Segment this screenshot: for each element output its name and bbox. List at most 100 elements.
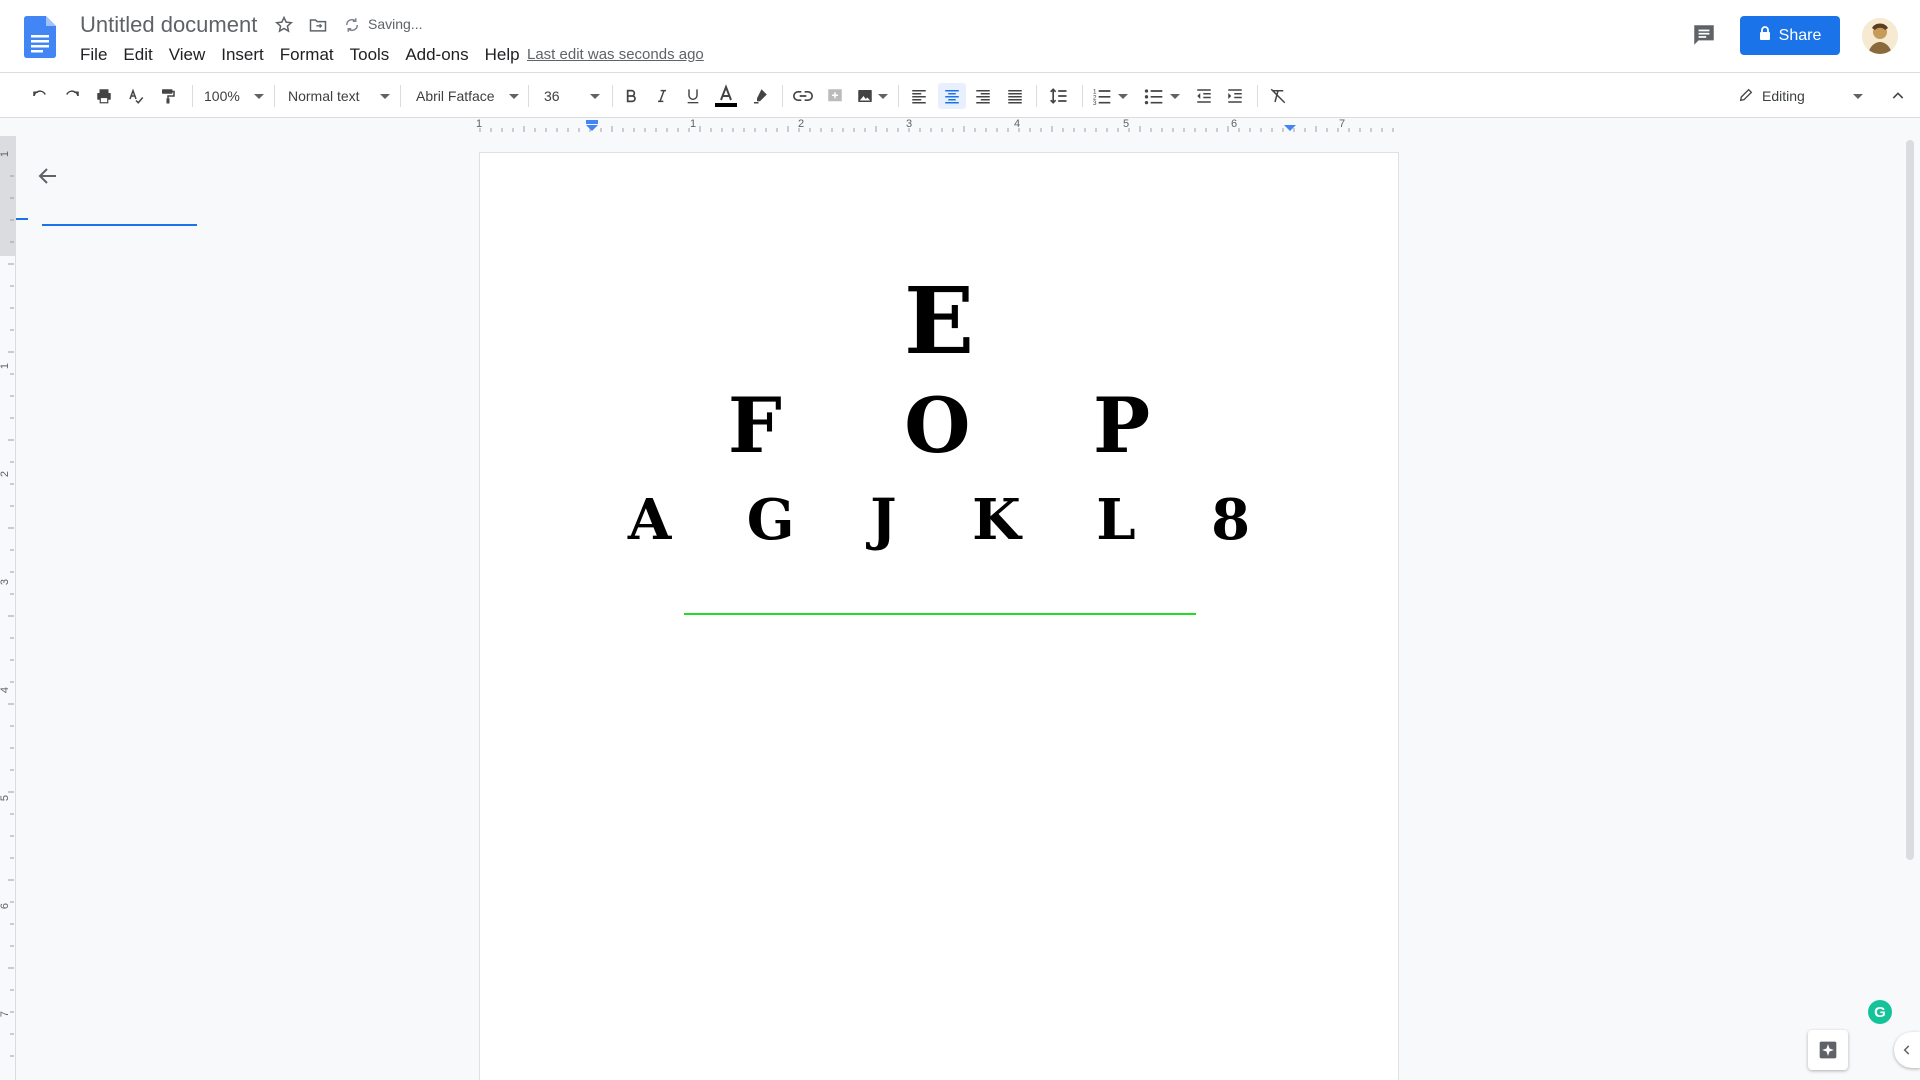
menu-tools[interactable]: Tools (342, 44, 398, 66)
align-right-icon[interactable] (971, 83, 995, 109)
toolbar-divider (1036, 85, 1037, 107)
increase-indent-icon[interactable] (1223, 83, 1247, 109)
insert-comment-icon[interactable] (823, 83, 847, 109)
align-left-icon[interactable] (907, 83, 931, 109)
explore-button[interactable] (1808, 1030, 1848, 1070)
undo-icon[interactable] (28, 83, 52, 109)
toolbar-divider (612, 85, 613, 107)
chevron-down-icon (253, 93, 264, 99)
menu-view[interactable]: View (161, 44, 214, 66)
menu-bar: File Edit View Insert Format Tools Add-o… (72, 44, 528, 66)
toolbar-divider (782, 85, 783, 107)
font-select[interactable]: Abril Fatface (416, 83, 522, 109)
menu-format[interactable]: Format (272, 44, 342, 66)
ruler-label: 3 (906, 118, 913, 130)
ruler-label: 7 (1339, 118, 1346, 130)
last-edit-link[interactable]: Last edit was seconds ago (527, 46, 704, 63)
bold-icon[interactable] (619, 83, 643, 109)
ruler-label: 1 (0, 362, 12, 370)
toolbar-divider (1082, 85, 1083, 107)
mode-select[interactable]: Editing (1738, 83, 1866, 109)
numbered-list-icon[interactable]: 123 (1090, 83, 1130, 109)
app-header: Untitled document Saving... File Edit Vi… (0, 0, 1920, 72)
document-title[interactable]: Untitled document (80, 12, 257, 38)
back-arrow-icon[interactable] (36, 164, 60, 188)
underline-icon[interactable] (681, 83, 705, 109)
ruler-label: 2 (798, 118, 805, 130)
document-line-1: E (903, 267, 975, 375)
vertical-scrollbar[interactable] (1906, 140, 1914, 860)
save-status: Saving... (368, 16, 423, 32)
insert-image-icon[interactable] (854, 83, 890, 109)
zoom-select[interactable]: 100% (204, 83, 264, 109)
horizontal-ruler[interactable]: 1 1 2 3 4 5 6 7 (470, 118, 1400, 134)
toolbar-divider (898, 85, 899, 107)
move-folder-icon[interactable] (306, 13, 330, 37)
text-color-icon[interactable] (713, 83, 739, 109)
chevron-down-icon (589, 93, 600, 99)
ruler-label: 5 (0, 794, 12, 802)
lock-icon (1759, 26, 1771, 45)
sync-icon (340, 13, 364, 37)
vertical-ruler[interactable]: 1 1 2 3 4 5 6 7 (0, 136, 16, 1080)
share-label: Share (1778, 26, 1822, 44)
ruler-label: 4 (0, 686, 12, 694)
menu-help[interactable]: Help (477, 44, 528, 66)
redo-icon[interactable] (60, 83, 84, 109)
chevron-down-icon (1170, 93, 1180, 99)
clear-formatting-icon[interactable] (1266, 83, 1290, 109)
ruler-label: 6 (0, 902, 12, 910)
chevron-down-icon (1852, 93, 1863, 99)
collapse-icon[interactable] (1886, 83, 1910, 109)
chevron-down-icon (379, 93, 390, 99)
toolbar-divider (274, 85, 275, 107)
avatar[interactable] (1862, 18, 1898, 54)
side-panel-toggle[interactable] (1894, 1032, 1920, 1068)
star-icon[interactable] (272, 13, 296, 37)
docs-logo-icon[interactable] (24, 16, 56, 58)
menu-addons[interactable]: Add-ons (397, 44, 476, 66)
font-size-value: 36 (544, 88, 560, 104)
grammarly-icon[interactable]: G (1868, 1000, 1892, 1024)
align-center-icon[interactable] (938, 83, 966, 109)
paragraph-style-select[interactable]: Normal text (288, 83, 392, 109)
align-justify-icon[interactable] (1003, 83, 1027, 109)
menu-insert[interactable]: Insert (213, 44, 272, 66)
toolbar: 100% Normal text Abril Fatface 36 1 2 3 … (0, 72, 1920, 118)
ruler-label: 6 (1231, 118, 1238, 130)
menu-file[interactable]: File (72, 44, 115, 66)
document-page[interactable]: E F O P A G J K L 8 (479, 152, 1399, 1080)
ruler-label: 4 (1014, 118, 1021, 130)
decrease-indent-icon[interactable] (1192, 83, 1216, 109)
toolbar-divider (1257, 85, 1258, 107)
ruler-label: 1 (690, 118, 697, 130)
pencil-icon (1738, 87, 1754, 106)
font-value: Abril Fatface (416, 88, 495, 104)
spellcheck-icon[interactable] (124, 83, 148, 109)
vertical-ruler-ticks (0, 136, 16, 1057)
menu-edit[interactable]: Edit (115, 44, 160, 66)
share-button[interactable]: Share (1740, 16, 1840, 55)
toolbar-divider (528, 85, 529, 107)
italic-icon[interactable] (650, 83, 674, 109)
paint-format-icon[interactable] (156, 83, 180, 109)
ruler-label: 3 (0, 578, 12, 586)
highlight-icon[interactable] (748, 83, 772, 109)
toolbar-divider (400, 85, 401, 107)
bulleted-list-icon[interactable] (1142, 83, 1182, 109)
font-size-select[interactable]: 36 (544, 83, 604, 109)
chevron-left-icon (1903, 1045, 1910, 1055)
mode-value: Editing (1762, 88, 1805, 104)
outline-heading-item[interactable] (42, 224, 197, 226)
ruler-label: 1 (0, 150, 12, 158)
comment-icon[interactable] (1690, 22, 1718, 48)
svg-text:3: 3 (1093, 100, 1097, 106)
ruler-ticks (470, 118, 1400, 134)
chevron-down-icon (508, 93, 519, 99)
print-icon[interactable] (92, 83, 116, 109)
ruler-label: 7 (0, 1010, 12, 1018)
line-spacing-icon[interactable] (1045, 83, 1073, 109)
zoom-value: 100% (204, 88, 240, 104)
chevron-down-icon (1118, 93, 1128, 99)
link-icon[interactable] (791, 83, 815, 109)
